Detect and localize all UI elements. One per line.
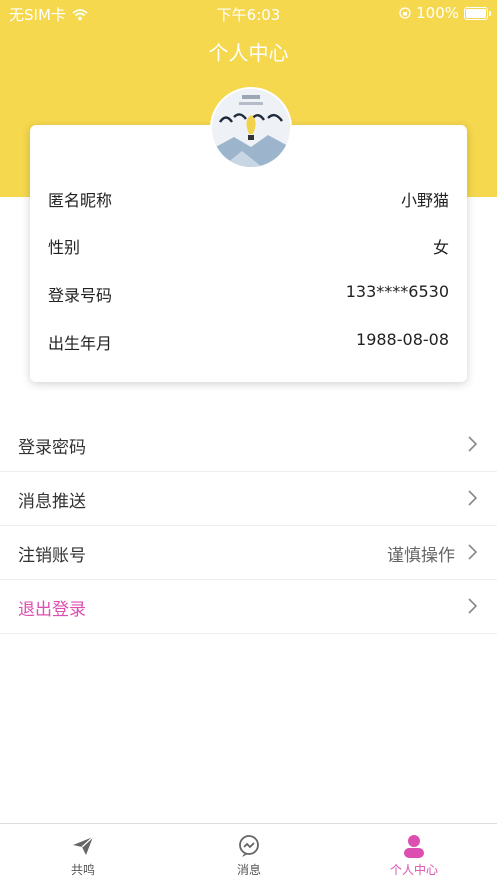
battery-icon: [464, 6, 491, 20]
tab-profile-label: 个人中心: [389, 863, 438, 877]
settings-menu: 登录密码 消息推送 注销账号 谨慎操作 退出登录: [0, 418, 497, 634]
nickname-label: 匿名昵称: [48, 191, 113, 210]
phone-value: 133****6530: [345, 282, 449, 301]
logout-label: 退出登录: [18, 600, 86, 620]
paper-plane-icon: [73, 836, 94, 855]
profile-row-nickname: 匿名昵称 小野猫: [48, 187, 449, 211]
deactivate-hint: 谨慎操作: [387, 546, 455, 566]
phone-label: 登录号码: [48, 286, 113, 305]
menu-item-deactivate[interactable]: 注销账号 谨慎操作: [0, 526, 497, 580]
tab-messages-label: 消息: [236, 863, 261, 877]
person-icon: [404, 835, 424, 858]
avatar[interactable]: [210, 87, 292, 169]
gender-value: 女: [432, 238, 449, 257]
status-bar: 无SIM卡 下午6:03 100%: [0, 0, 497, 26]
tab-bar: 共鸣 消息 个人中心: [0, 823, 497, 884]
menu-item-logout[interactable]: 退出登录: [0, 580, 497, 634]
menu-item-password[interactable]: 登录密码: [0, 418, 497, 472]
profile-row-gender: 性别 女: [48, 234, 449, 258]
avatar-image: [212, 89, 290, 167]
gender-label: 性别: [48, 238, 81, 257]
menu-item-push[interactable]: 消息推送: [0, 472, 497, 526]
battery-percent: 100%: [416, 4, 459, 22]
page-title: 个人中心: [208, 41, 289, 65]
chevron-right-icon: [468, 598, 478, 614]
birthday-label: 出生年月: [48, 334, 113, 353]
deactivate-label: 注销账号: [18, 546, 86, 566]
profile-row-phone: 登录号码 133****6530: [48, 282, 449, 306]
orientation-lock-icon: [399, 7, 411, 19]
profile-row-birthday: 出生年月 1988-08-08: [48, 330, 449, 354]
push-label: 消息推送: [18, 492, 86, 512]
tab-profile[interactable]: 个人中心: [331, 824, 497, 884]
chevron-right-icon: [468, 436, 478, 452]
chat-bubble-icon: [239, 835, 259, 857]
chevron-right-icon: [468, 544, 478, 560]
nickname-value: 小野猫: [400, 191, 449, 210]
chevron-right-icon: [468, 490, 478, 506]
tab-resonance[interactable]: 共鸣: [0, 824, 166, 884]
tab-resonance-label: 共鸣: [70, 863, 95, 877]
tab-messages[interactable]: 消息: [166, 824, 332, 884]
password-label: 登录密码: [18, 438, 86, 458]
birthday-value: 1988-08-08: [356, 330, 449, 349]
